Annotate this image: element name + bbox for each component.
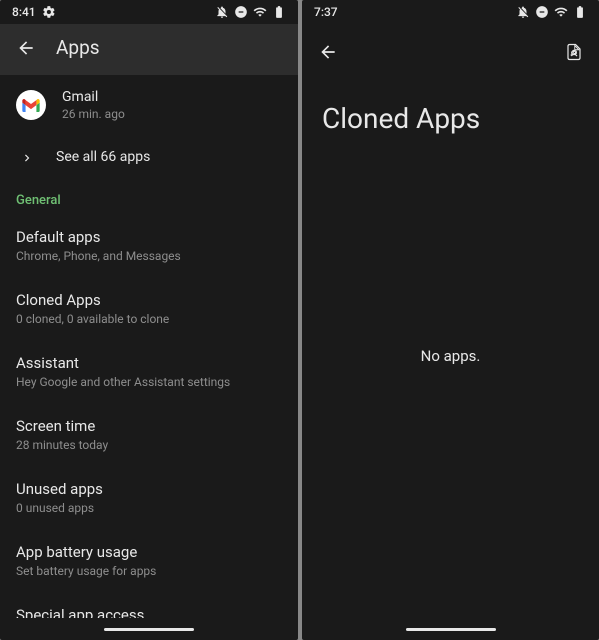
section-general: General	[0, 179, 298, 214]
cloned-apps-title: Cloned Apps	[302, 72, 599, 153]
recent-app-row[interactable]: Gmail 26 min. ago	[0, 75, 298, 135]
setting-title: Unused apps	[16, 480, 282, 498]
see-all-label: See all 66 apps	[56, 149, 150, 165]
gmail-icon	[16, 90, 46, 120]
notification-off-icon	[215, 5, 229, 19]
setting-sub: 0 cloned, 0 available to clone	[16, 312, 282, 326]
setting-item[interactable]: Special app access2 apps can use unrestr…	[0, 592, 298, 618]
setting-title: Assistant	[16, 354, 282, 372]
phone-left-screen: 8:41 Apps	[0, 0, 298, 640]
recent-app-name: Gmail	[62, 89, 125, 105]
setting-sub: 0 unused apps	[16, 501, 282, 515]
setting-title: App battery usage	[16, 543, 282, 561]
battery-icon	[573, 5, 587, 19]
setting-item[interactable]: Cloned Apps 0 cloned, 0 available to clon…	[0, 277, 298, 340]
setting-sub: Hey Google and other Assistant settings	[16, 375, 282, 389]
status-bar-right: 7:37	[302, 0, 599, 24]
chevron-right-icon	[20, 150, 34, 164]
apps-content: Gmail 26 min. ago See all 66 apps Genera…	[0, 75, 298, 618]
setting-sub: Chrome, Phone, and Messages	[16, 249, 282, 263]
setting-item[interactable]: Screen time 28 minutes today	[0, 403, 298, 466]
see-all-apps[interactable]: See all 66 apps	[0, 135, 298, 179]
setting-title: Cloned Apps	[16, 291, 282, 309]
setting-title: Default apps	[16, 228, 282, 246]
back-icon[interactable]	[16, 38, 36, 58]
nav-handle-right[interactable]	[302, 618, 599, 640]
search-in-page-icon[interactable]	[565, 43, 583, 61]
recent-app-time: 26 min. ago	[62, 107, 125, 121]
setting-item[interactable]: Unused apps 0 unused apps	[0, 466, 298, 529]
dnd-icon	[234, 5, 248, 19]
cloned-apps-header	[302, 24, 599, 72]
dnd-icon	[535, 5, 549, 19]
setting-item[interactable]: Assistant Hey Google and other Assistant …	[0, 340, 298, 403]
setting-item[interactable]: App battery usage Set battery usage for a…	[0, 529, 298, 592]
apps-header: Apps	[0, 24, 298, 75]
setting-sub: 28 minutes today	[16, 438, 282, 452]
setting-title: Special app access	[16, 606, 282, 618]
settings-list: Default apps Chrome, Phone, and Messages C…	[0, 214, 298, 618]
setting-sub: Set battery usage for apps	[16, 564, 282, 578]
nav-handle-left[interactable]	[0, 618, 298, 640]
empty-text: No apps.	[421, 347, 481, 365]
status-time: 8:41	[12, 5, 36, 19]
setting-item[interactable]: Default apps Chrome, Phone, and Messages	[0, 214, 298, 277]
notification-off-icon	[516, 5, 530, 19]
back-icon[interactable]	[318, 42, 338, 62]
battery-icon	[272, 5, 286, 19]
wifi-icon	[554, 5, 568, 19]
phone-right-screen: 7:37 Cloned Apps No apps.	[302, 0, 599, 640]
status-bar-left: 8:41	[0, 0, 298, 24]
setting-title: Screen time	[16, 417, 282, 435]
settings-gear-icon	[42, 5, 56, 19]
status-time: 7:37	[314, 5, 338, 19]
wifi-icon	[253, 5, 267, 19]
empty-state: No apps.	[302, 153, 599, 618]
page-title: Apps	[56, 36, 100, 59]
